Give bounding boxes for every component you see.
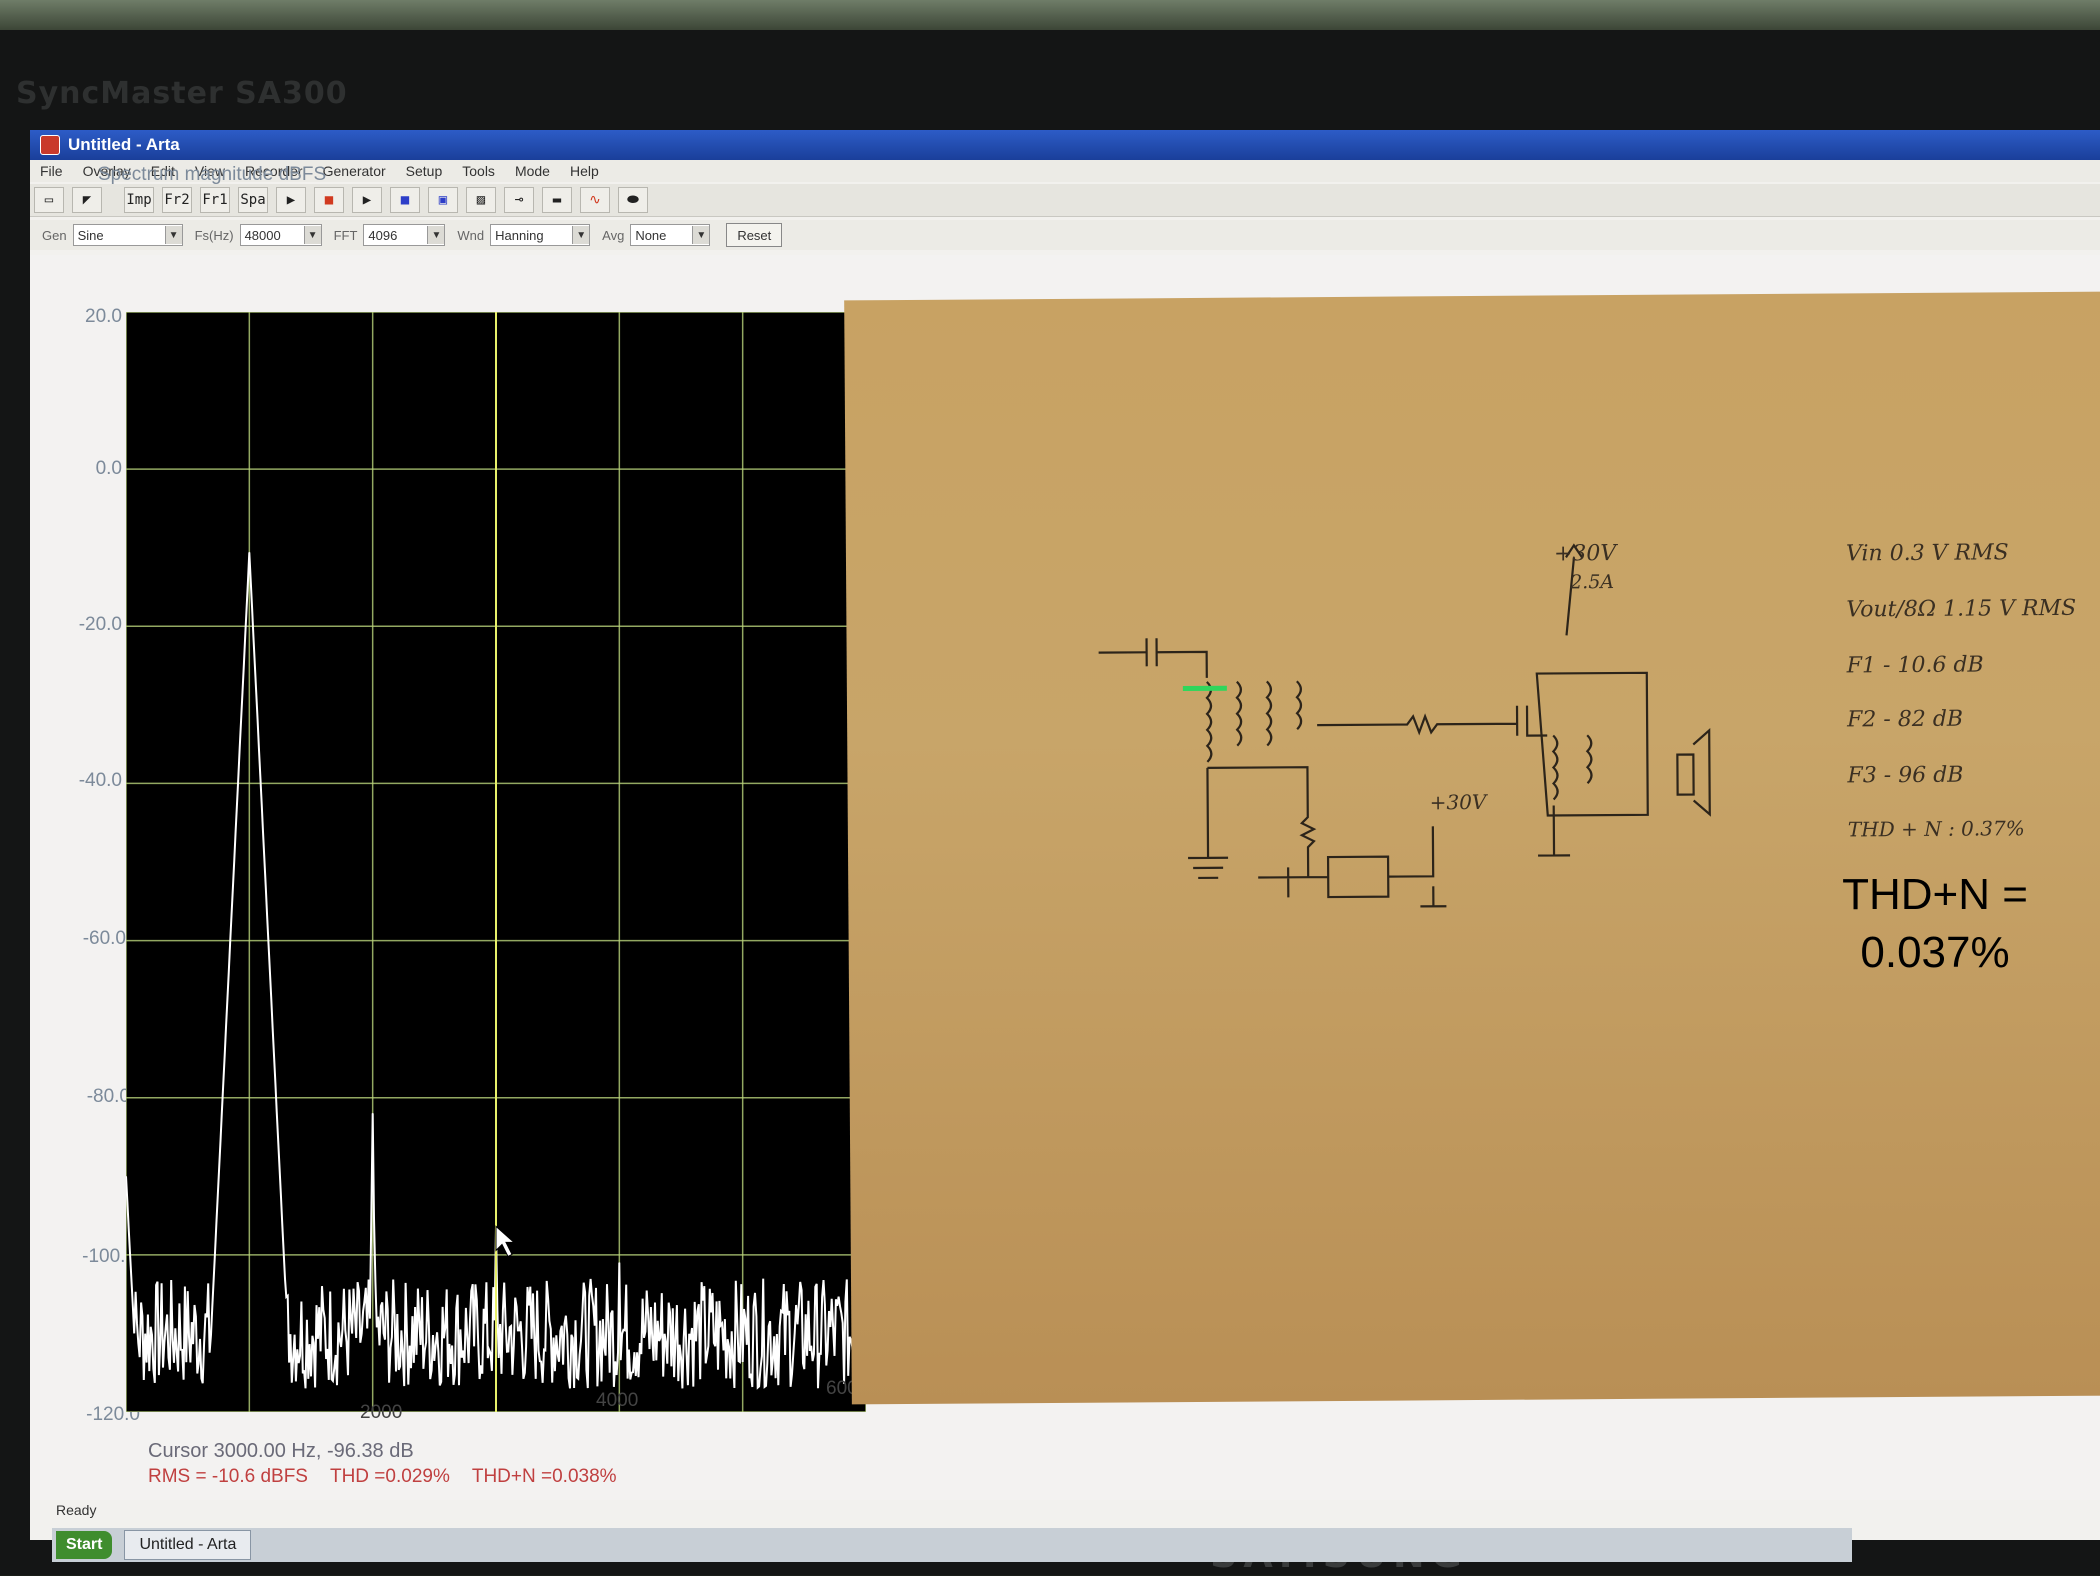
wnd-label: Wnd	[457, 227, 485, 243]
bar-icon[interactable]: ▬	[542, 187, 572, 213]
title-bar: Untitled - Arta	[30, 130, 2100, 160]
wave-icon[interactable]: ∿	[580, 187, 610, 213]
fs-value: 48000	[244, 227, 281, 243]
highlight-mark	[1182, 685, 1227, 692]
y-tick-label: -80.0	[86, 1086, 130, 1107]
monitor-model-label: SyncMaster SA300	[16, 76, 348, 111]
supply-current-note: 2.5A	[1570, 571, 1615, 594]
wnd-select[interactable]: Hanning ▼	[490, 224, 591, 246]
f2-note: F2 - 82 dB	[1847, 706, 1964, 733]
chevron-down-icon[interactable]: ▼	[164, 226, 182, 244]
menu-bar: File Overlay Edit View Recorder Generato…	[30, 160, 2100, 182]
regulator-voltage-note: +30V	[1429, 789, 1487, 815]
y-tick-label: -40.0	[78, 770, 122, 791]
peak-point	[248, 551, 250, 553]
peak-point	[372, 1112, 374, 1114]
stop-icon[interactable]: ■	[314, 187, 344, 213]
x-tick-label: 2000	[360, 1402, 403, 1423]
hatch-icon[interactable]: ▨	[466, 187, 496, 213]
fft-value: 4096	[368, 227, 398, 243]
avg-value: None	[635, 227, 667, 243]
y-tick-label: 20.0	[85, 306, 122, 327]
toolbar-separator	[110, 188, 116, 212]
abc-icon[interactable]: ▣	[428, 187, 458, 213]
generator-play-icon[interactable]: ▶	[352, 187, 382, 213]
chevron-down-icon[interactable]: ▼	[692, 226, 710, 244]
vin-note: Vin 0.3 V RMS	[1845, 540, 2009, 567]
chevron-down-icon[interactable]: ▼	[303, 226, 321, 244]
x-tick-label: 4000	[596, 1390, 639, 1411]
y-tick-label: -60.0	[82, 928, 126, 949]
status-text: Ready	[56, 1502, 97, 1518]
menu-mode[interactable]: Mode	[515, 163, 550, 179]
f3-note: F3 - 96 dB	[1847, 762, 1964, 789]
app-icon	[40, 135, 60, 155]
menu-setup[interactable]: Setup	[406, 163, 443, 179]
fft-select[interactable]: 4096 ▼	[363, 224, 446, 246]
probe-icon[interactable]: ⊸	[504, 187, 534, 213]
f1-note: F1 - 10.6 dB	[1846, 652, 1984, 679]
gen-select[interactable]: Sine ▼	[72, 224, 183, 246]
play-icon[interactable]: ▶	[276, 187, 306, 213]
reset-button[interactable]: Reset	[726, 223, 783, 247]
vout-note: Vout/8Ω 1.15 V RMS	[1846, 595, 2077, 623]
window-title: Untitled - Arta	[68, 135, 180, 154]
chevron-down-icon[interactable]: ▼	[427, 226, 445, 244]
thdn-note: THD + N : 0.37%	[1847, 816, 2025, 842]
avg-select[interactable]: None ▼	[630, 224, 711, 246]
toolbar: ▭ ◤ Imp Fr2 Fr1 Spa ▶ ■ ▶ ■ ▣ ▨ ⊸ ▬ ∿ ⬬	[30, 184, 2100, 217]
start-button[interactable]: Start	[56, 1531, 113, 1559]
gen-label: Gen	[42, 227, 67, 243]
menu-tools[interactable]: Tools	[462, 163, 495, 179]
rms-readout: RMS = -10.6 dBFS	[148, 1466, 308, 1487]
peak-point	[618, 1262, 620, 1264]
spectrum-chart[interactable]	[126, 312, 866, 1412]
measurement-readout: RMS = -10.6 dBFS THD =0.029% THD+N =0.03…	[148, 1466, 617, 1488]
taskbar: Start Untitled - Arta	[52, 1528, 1852, 1562]
thdn-readout: THD+N =0.038%	[471, 1466, 617, 1487]
y-tick-label: -20.0	[78, 614, 122, 635]
imp-mode-button[interactable]: Imp	[124, 187, 154, 213]
taskbar-item-arta[interactable]: Untitled - Arta	[124, 1530, 252, 1560]
avg-label: Avg	[602, 227, 625, 243]
pointer-icon[interactable]: ◤	[72, 187, 102, 213]
y-tick-label: 0.0	[95, 458, 122, 479]
status-bar: Ready	[30, 1502, 2100, 1526]
gen-value: Sine	[77, 227, 104, 243]
fft-label: FFT	[333, 227, 358, 243]
control-bar: Gen Sine ▼ Fs(Hz) 48000 ▼ FFT 4096 ▼ Wnd Ha…	[30, 220, 2100, 250]
fr1-mode-button[interactable]: Fr1	[200, 187, 230, 213]
spa-mode-button[interactable]: Spa	[238, 187, 268, 213]
menu-generator[interactable]: Generator	[323, 163, 386, 179]
thdn-overlay-line1: THD+N =	[1842, 870, 2028, 919]
thdn-overlay-line2: 0.037%	[1860, 928, 2010, 977]
circuit-sketch	[1098, 543, 1711, 908]
menu-file[interactable]: File	[40, 163, 63, 179]
open-icon[interactable]: ▭	[34, 187, 64, 213]
wnd-value: Hanning	[495, 227, 544, 243]
fs-label: Fs(Hz)	[194, 227, 234, 243]
thd-readout: THD =0.029%	[329, 1466, 450, 1487]
supply-voltage-note: +30V	[1553, 541, 1617, 567]
fs-select[interactable]: 48000 ▼	[239, 224, 322, 246]
generator-stop-icon[interactable]: ■	[390, 187, 420, 213]
menu-help[interactable]: Help	[570, 163, 599, 179]
paper-note: +30V 2.5A +30V Vin 0.3 V RMS Vout/8Ω 1.1…	[844, 291, 2100, 1405]
fr2-mode-button[interactable]: Fr2	[162, 187, 192, 213]
chart-title: Spectrum magnitude dBFS	[98, 164, 327, 185]
chevron-down-icon[interactable]: ▼	[572, 226, 590, 244]
cursor-readout: Cursor 3000.00 Hz, -96.38 dB	[148, 1440, 414, 1462]
record-icon[interactable]: ⬬	[618, 187, 648, 213]
